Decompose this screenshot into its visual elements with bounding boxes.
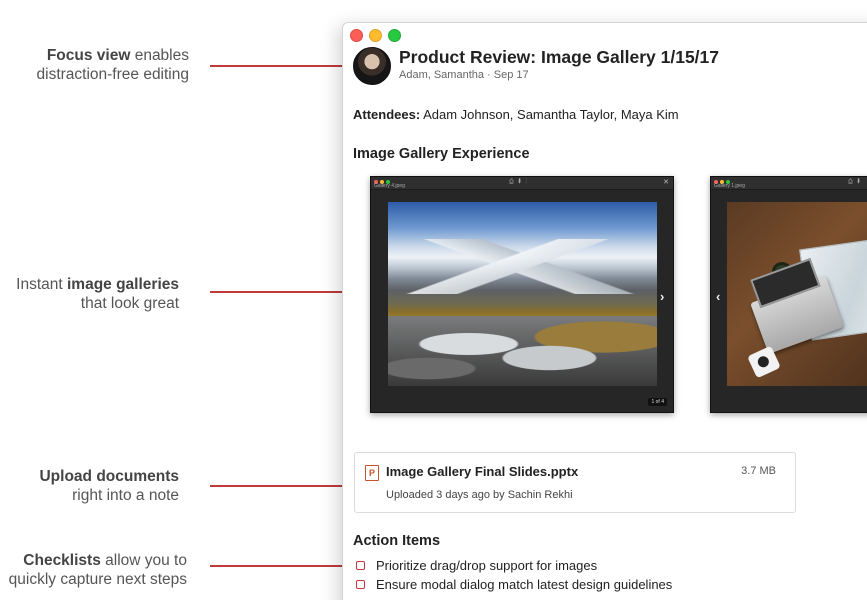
attachment-filename[interactable]: Image Gallery Final Slides.pptx (386, 464, 578, 479)
gallery-heading[interactable]: Image Gallery Experience (353, 146, 530, 162)
minimize-window-button[interactable] (369, 29, 382, 42)
callout-bold: image galleries (66, 276, 179, 293)
callout-checklists: Checklists allow you to quickly capture … (0, 551, 187, 589)
attachment-meta: Uploaded 3 days ago by Sachin Rekhi (386, 489, 573, 501)
attendees-value: Adam Johnson, Samantha Taylor, Maya Kim (420, 107, 679, 122)
checklist-item[interactable]: Prioritize drag/drop support for images (356, 557, 672, 576)
callout-bold: Checklists (23, 552, 101, 569)
callout-upload-documents: Upload documents right into a note (0, 467, 179, 505)
zoom-window-button[interactable] (388, 29, 401, 42)
close-icon[interactable]: ✕ (663, 178, 669, 186)
checklist-item-text[interactable]: Ensure modal dialog match latest design … (376, 577, 672, 592)
gallery-frame[interactable]: Gallery 1.jpeg ⎙⬇ ‹ (710, 176, 867, 413)
feature-overview: Focus view enables distraction-free edit… (0, 0, 867, 600)
note-title[interactable]: Product Review: Image Gallery 1/15/17 (399, 47, 719, 68)
close-window-button[interactable] (350, 29, 363, 42)
callout-text: enables (130, 47, 189, 64)
chevron-left-icon[interactable]: ‹ (716, 289, 720, 304)
gallery-filename: Gallery 1.jpeg (714, 183, 745, 189)
attachment-card[interactable]: P Image Gallery Final Slides.pptx 3.7 MB… (354, 452, 796, 513)
callout-text: right into a note (72, 487, 179, 504)
callout-text: quickly capture next steps (8, 571, 187, 588)
callout-connector (210, 65, 342, 67)
callout-focus-view: Focus view enables distraction-free edit… (0, 46, 190, 84)
checkbox[interactable] (356, 580, 365, 589)
attachment-size: 3.7 MB (741, 465, 776, 477)
window-controls (350, 29, 401, 42)
attendees-label: Attendees: (353, 107, 421, 122)
gallery-counter: 1 of 4 (648, 398, 667, 406)
callout-image-galleries: Instant image galleries that look great (0, 275, 179, 313)
mountain-photo (388, 202, 657, 386)
app-window: Product Review: Image Gallery 1/15/17 Ad… (342, 22, 867, 600)
callout-connector (210, 291, 342, 293)
gallery-toolbar-icons[interactable]: ⎙⬇ (848, 179, 865, 186)
callout-text: distraction-free editing (36, 66, 190, 83)
callout-connector (210, 565, 342, 567)
callout-text: Instant (16, 276, 67, 293)
callout-connector (210, 485, 342, 487)
checklist: Prioritize drag/drop support for images … (356, 557, 672, 595)
laptop-shape (750, 275, 844, 355)
gallery-filename: Gallery 4.jpeg (374, 183, 405, 189)
gallery-frame[interactable]: Gallery 4.jpeg ⎙⬇⋮ ✕ › 1 of 4 (370, 176, 674, 413)
gallery-titlebar: Gallery 4.jpeg ⎙⬇⋮ ✕ (371, 177, 673, 190)
checklist-item[interactable]: Ensure modal dialog match latest design … (356, 576, 672, 595)
chevron-right-icon[interactable]: › (660, 289, 664, 304)
checklist-item-text[interactable]: Prioritize drag/drop support for images (376, 558, 597, 573)
callout-text: allow you to (100, 552, 187, 569)
avatar[interactable] (353, 47, 391, 85)
callout-text: that look great (80, 295, 179, 312)
checkbox[interactable] (356, 561, 365, 570)
callout-bold: Focus view (46, 47, 131, 64)
gallery-titlebar: Gallery 1.jpeg ⎙⬇ (711, 177, 867, 190)
attendees-line[interactable]: Attendees: Adam Johnson, Samantha Taylor… (353, 107, 679, 122)
action-items-heading[interactable]: Action Items (353, 533, 440, 549)
desk-photo (727, 202, 867, 386)
powerpoint-file-icon: P (365, 465, 379, 481)
gallery-toolbar-icons[interactable]: ⎙⬇⋮ (509, 179, 531, 186)
note-meta: Adam, Samantha · Sep 17 (399, 69, 529, 81)
callout-bold: Upload documents (39, 468, 179, 485)
